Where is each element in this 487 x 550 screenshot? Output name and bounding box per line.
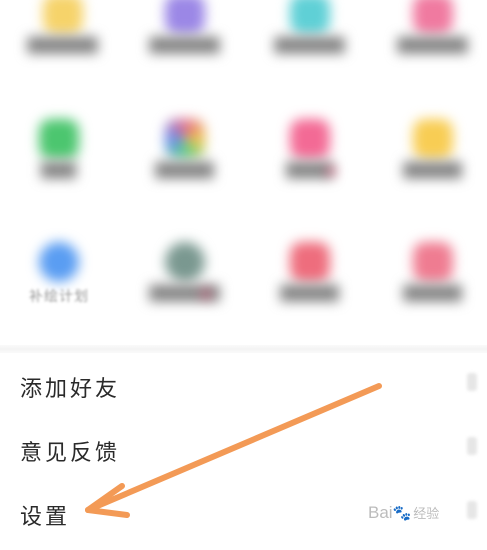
grid-tile[interactable]: ██████ (130, 0, 240, 90)
chevron-right-icon (467, 501, 477, 519)
feature-icon (165, 0, 205, 34)
feature-grid: ██████ ██████ ██████ ██████ ███ █████ ██… (0, 0, 487, 345)
grid-tile[interactable]: ██████ (8, 0, 118, 90)
tile-label: █████ (280, 286, 340, 302)
grid-tile[interactable]: █████ (255, 228, 365, 338)
menu-item-add-friend[interactable]: 添加好友 (0, 359, 487, 419)
menu-item-feedback[interactable]: 意见反馈 (0, 423, 487, 483)
menu-item-label: 添加好友 (20, 377, 121, 402)
notification-dot (202, 290, 210, 298)
tile-label: ██████ (149, 286, 221, 302)
grid-tile[interactable]: ██████ (130, 228, 240, 338)
menu-item-label: 设置 (20, 505, 71, 530)
tile-label: █████ (155, 163, 215, 179)
feature-icon (39, 119, 79, 159)
notification-dot (327, 167, 335, 175)
feature-icon (43, 0, 83, 34)
menu-item-label: 意见反馈 (20, 441, 121, 466)
tile-label: ██████ (27, 38, 99, 54)
tile-label: █████ (403, 163, 463, 179)
chevron-right-icon (467, 437, 477, 455)
tile-label: ████ (286, 163, 334, 179)
feature-icon (290, 0, 330, 34)
feature-icon (165, 119, 205, 159)
section-divider (0, 345, 487, 353)
feature-icon (165, 242, 205, 282)
grid-tile[interactable]: ████ (255, 105, 365, 215)
grid-tile[interactable]: █████ (130, 105, 240, 215)
tile-label: ██████ (149, 38, 221, 54)
baidu-watermark: Bai🐾 经验 (368, 503, 439, 523)
grid-tile[interactable]: 补绘计划 (4, 228, 114, 338)
tile-label: ██████ (274, 38, 346, 54)
grid-tile[interactable]: █████ (378, 228, 487, 338)
feature-icon (39, 242, 79, 282)
feature-icon (290, 119, 330, 159)
grid-tile[interactable]: █████ (378, 105, 487, 215)
tile-label: 补绘计划 (29, 289, 89, 305)
chevron-right-icon (467, 373, 477, 391)
grid-tile[interactable]: ███ (4, 105, 114, 215)
tile-label: ██████ (397, 38, 469, 54)
feature-icon (290, 242, 330, 282)
tile-label: █████ (403, 286, 463, 302)
watermark-suffix: 经验 (413, 506, 440, 521)
paw-icon: 🐾 (392, 505, 412, 522)
feature-icon (413, 242, 453, 282)
grid-tile[interactable]: ██████ (255, 0, 365, 90)
tile-label: ███ (41, 163, 77, 179)
feature-icon (413, 0, 453, 34)
grid-tile[interactable]: ██████ (378, 0, 487, 90)
watermark-brand: Bai (368, 503, 393, 522)
feature-icon (413, 119, 453, 159)
